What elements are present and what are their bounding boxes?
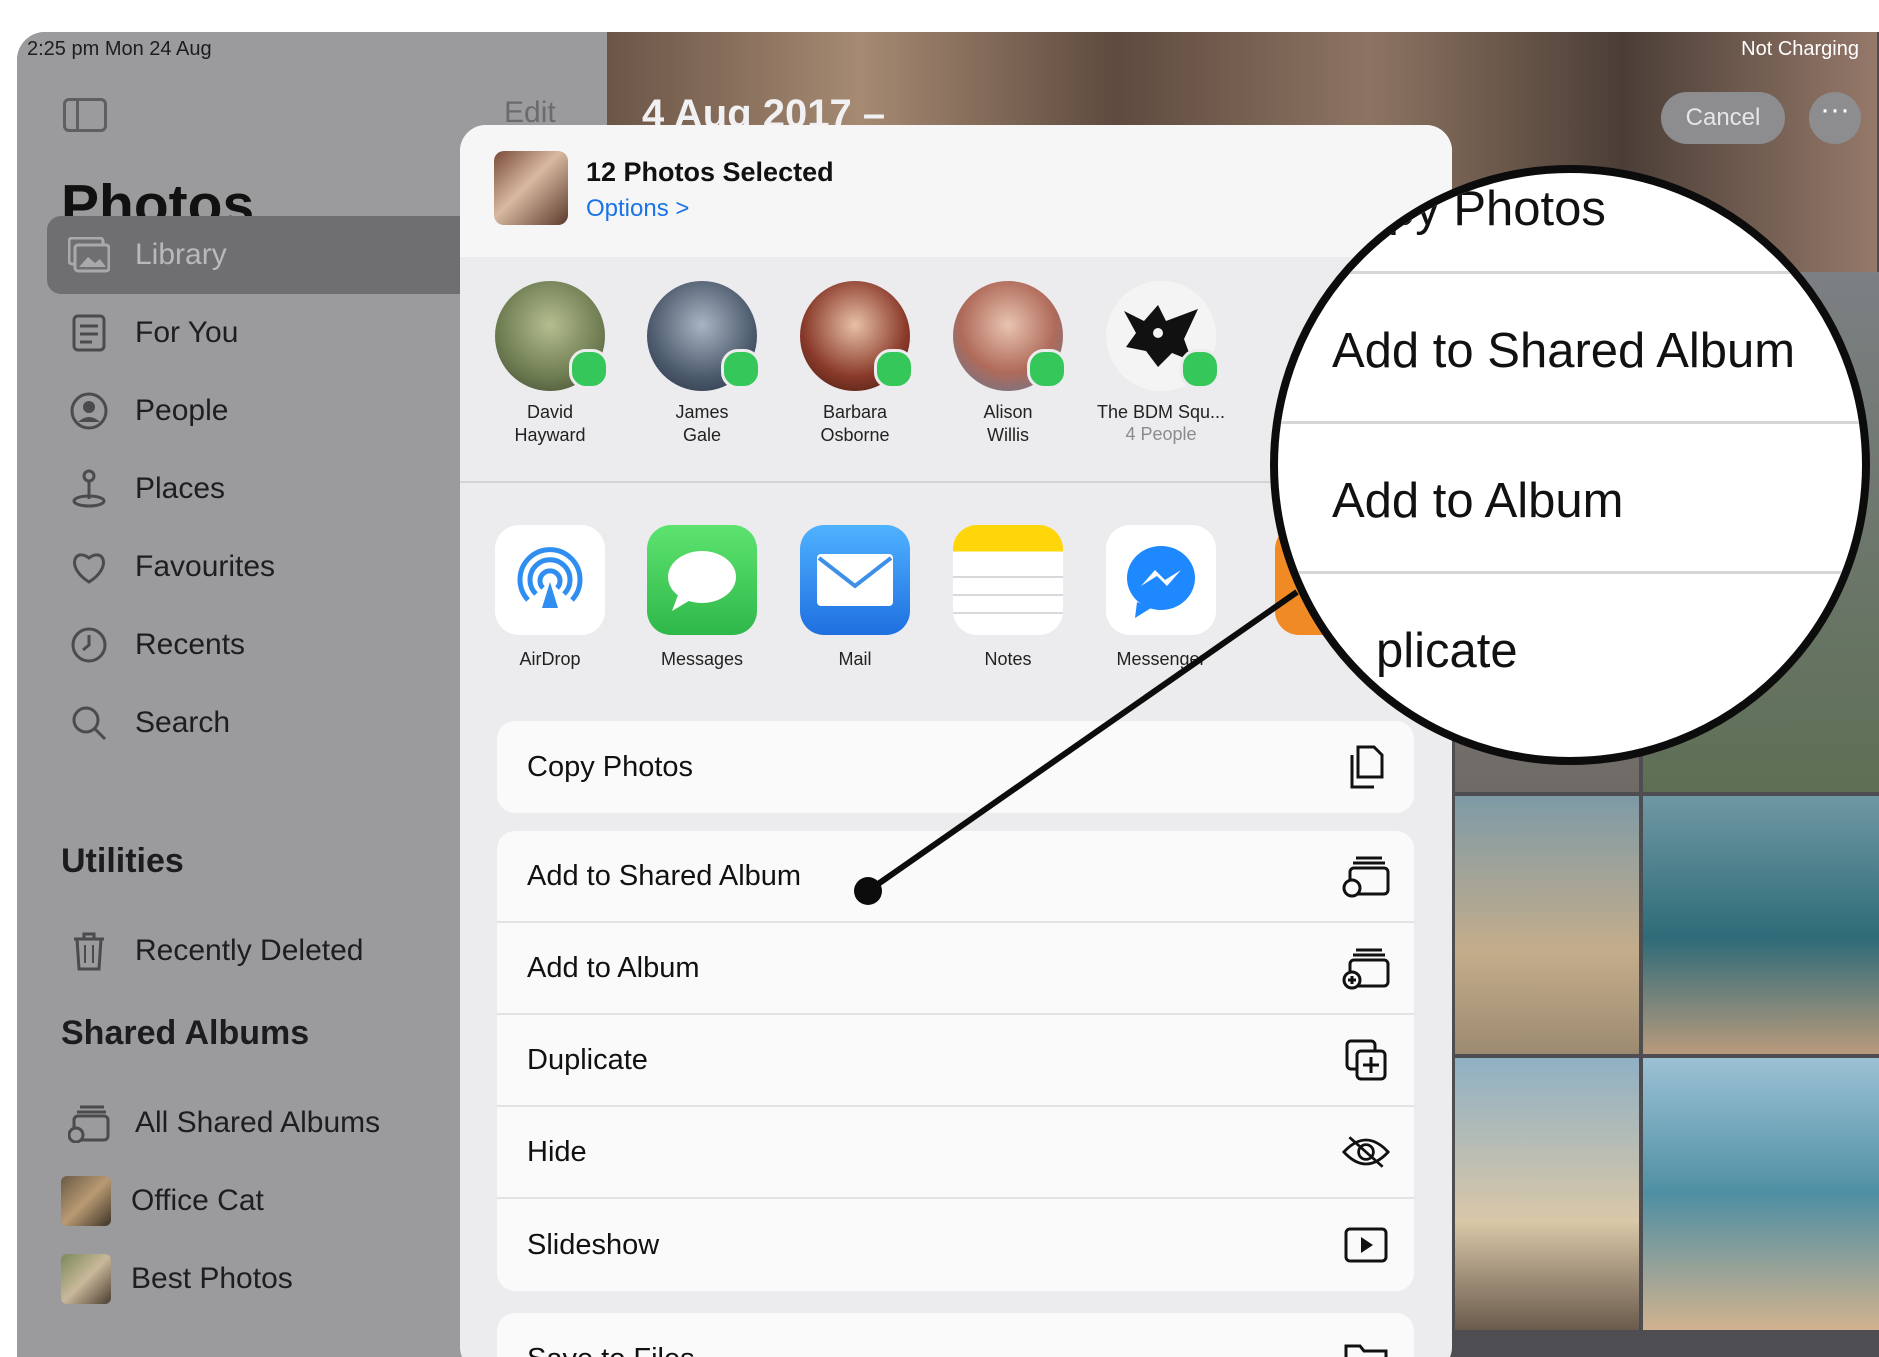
ipad-screen: 2:25 pm Mon 24 Aug Edit Photos Library F… [17,32,1879,1357]
magnified-label: plicate [1376,624,1518,678]
zoom-magnifier: py Photos Add to Shared Album Add to Alb… [1270,165,1870,765]
divider [1278,421,1862,424]
divider [1278,271,1862,274]
magnified-label: Add to Shared Album [1332,324,1796,378]
magnified-label: py Photos [1388,182,1606,236]
magnified-label: Add to Album [1332,474,1624,528]
divider [1278,571,1862,574]
